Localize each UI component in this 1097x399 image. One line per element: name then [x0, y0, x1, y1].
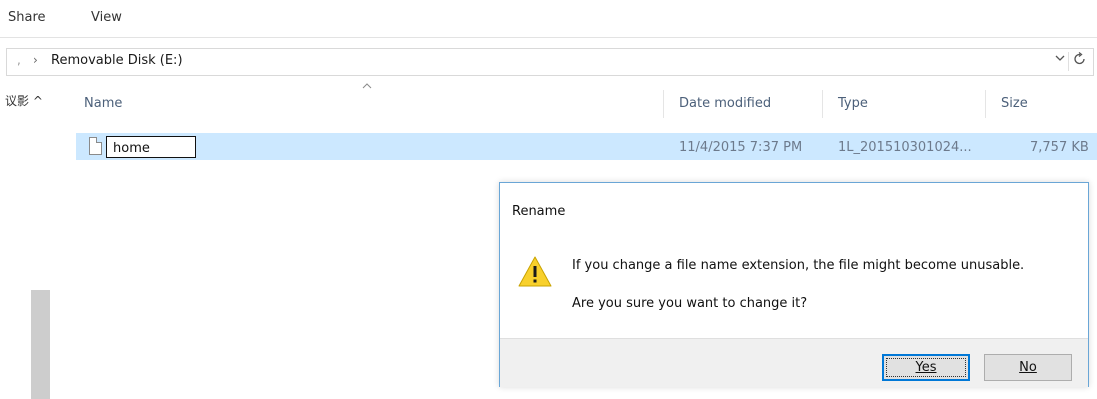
nav-pane-scrollbar[interactable] — [31, 290, 50, 399]
file-icon — [89, 137, 102, 155]
ribbon-tab-share[interactable]: Share — [8, 10, 46, 25]
nav-pane-item[interactable]: 议影 ^ — [5, 92, 43, 109]
dialog-message-warning: If you change a file name extension, the… — [572, 258, 1025, 273]
column-divider[interactable] — [985, 90, 986, 118]
rename-dialog: Rename If you change a file name extensi… — [499, 182, 1089, 387]
path-overflow-dot: , — [17, 53, 21, 67]
column-header-name[interactable]: Name — [84, 96, 122, 111]
ribbon-tab-view[interactable]: View — [91, 10, 122, 25]
rename-input[interactable] — [106, 136, 196, 158]
file-date-modified: 11/4/2015 7:37 PM — [679, 140, 803, 155]
column-divider[interactable] — [822, 90, 823, 118]
dialog-title: Rename — [512, 204, 566, 219]
ribbon-divider — [0, 37, 1097, 38]
file-size: 7,757 KB — [1030, 140, 1089, 155]
no-button-label: No — [1019, 360, 1037, 375]
warning-icon — [517, 254, 553, 290]
breadcrumb-chevron-icon[interactable]: › — [33, 53, 38, 67]
dialog-button-bar: Yes No — [500, 338, 1088, 387]
breadcrumb-location[interactable]: Removable Disk (E:) — [51, 53, 183, 68]
yes-button-label: Yes — [915, 360, 937, 375]
column-header-size[interactable]: Size — [1001, 96, 1028, 111]
column-divider[interactable] — [663, 90, 664, 118]
address-bar[interactable]: , › Removable Disk (E:) — [6, 48, 1094, 76]
refresh-icon[interactable] — [1073, 51, 1087, 71]
chevron-down-icon[interactable] — [1054, 52, 1066, 67]
sort-ascending-icon — [362, 82, 372, 93]
file-type: 1L_201510301024... — [838, 140, 972, 155]
dialog-message-question: Are you sure you want to change it? — [572, 296, 808, 311]
no-button[interactable]: No — [984, 354, 1072, 381]
yes-button[interactable]: Yes — [882, 354, 970, 381]
column-header-date-modified[interactable]: Date modified — [679, 96, 771, 111]
address-bar-divider — [1068, 52, 1069, 71]
column-header-type[interactable]: Type — [838, 96, 868, 111]
